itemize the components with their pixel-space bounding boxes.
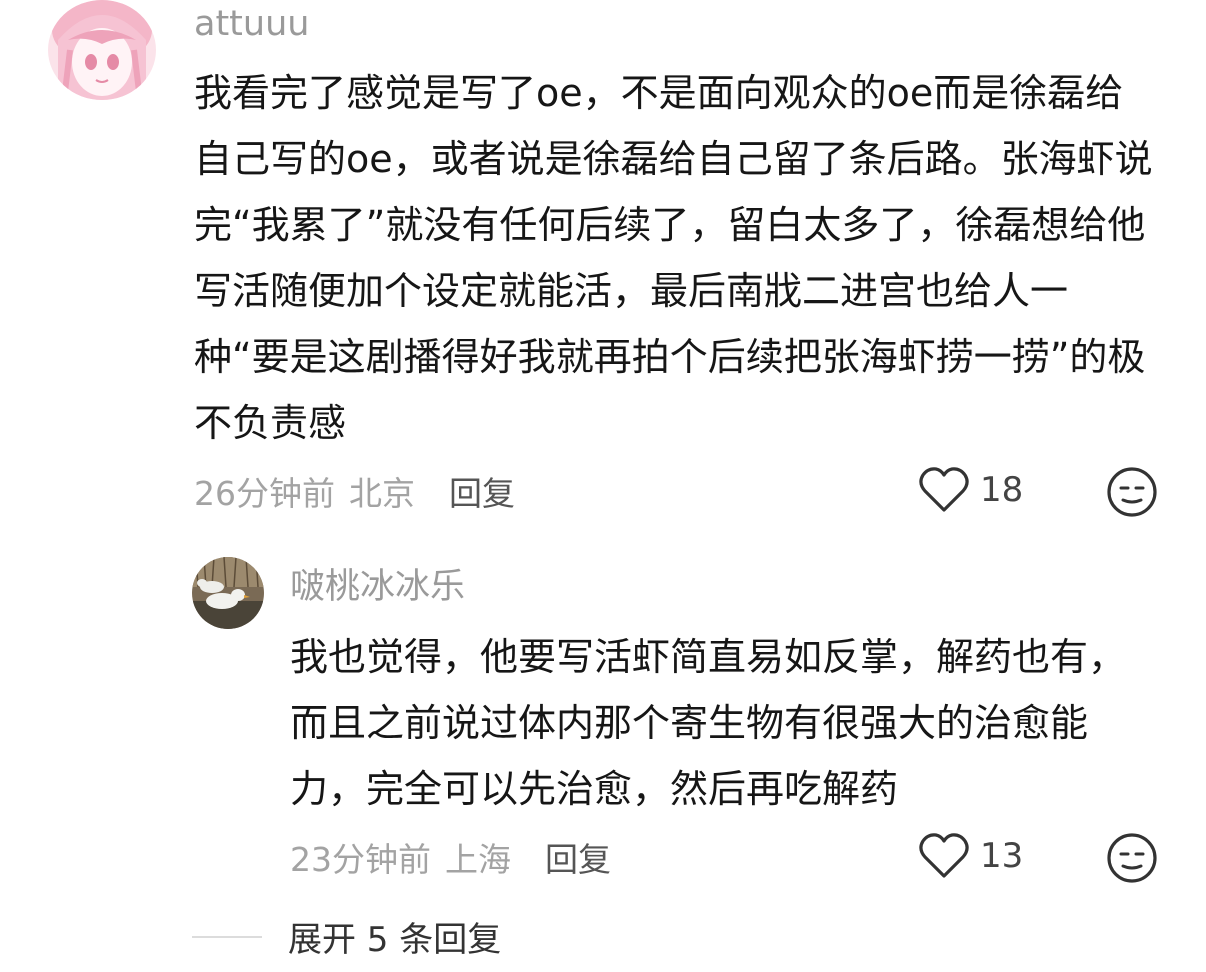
comment-time: 26分钟前	[194, 474, 335, 513]
reply-text: 我也觉得，他要写活虾简直易如反掌，解药也有，而且之前说过体内那个寄生物有很强大的…	[290, 635, 1127, 811]
reply-like-button[interactable]: 13	[918, 832, 1023, 880]
comment-reply-button[interactable]: 回复	[449, 467, 515, 515]
meh-face-icon	[1107, 833, 1157, 883]
expand-replies-button[interactable]: 展开 5 条回复	[288, 912, 501, 961]
reply-location: 上海	[445, 840, 511, 879]
anime-girl-avatar-icon	[48, 0, 156, 100]
comment-like-count: 18	[980, 470, 1024, 510]
expand-divider	[192, 935, 262, 938]
replier-avatar[interactable]	[192, 557, 264, 629]
reply-like-count: 13	[980, 836, 1024, 876]
reply-reply-button[interactable]: 回复	[545, 833, 611, 881]
comment-reaction-button[interactable]	[1106, 466, 1158, 522]
meh-face-icon	[1107, 467, 1157, 517]
comment-meta: 26分钟前 北京 回复	[194, 468, 515, 514]
commenter-avatar[interactable]	[48, 0, 156, 100]
reply-meta: 23分钟前 上海 回复	[290, 834, 611, 880]
commenter-username[interactable]: attuuu	[194, 2, 309, 46]
replier-username[interactable]: 啵桃冰冰乐	[290, 565, 465, 609]
heart-outline-icon	[919, 467, 969, 512]
ducks-avatar-icon	[192, 557, 264, 629]
heart-outline-icon	[919, 833, 969, 878]
comment-like-button[interactable]: 18	[918, 466, 1023, 514]
reply-time: 23分钟前	[290, 840, 431, 879]
reply-reaction-button[interactable]	[1106, 832, 1158, 888]
comment-location: 北京	[349, 474, 415, 513]
comment-text: 我看完了感觉是写了oe，不是面向观众的oe而是徐磊给自己写的oe，或者说是徐磊给…	[194, 71, 1153, 445]
expand-replies-row[interactable]: 展开 5 条回复	[192, 912, 501, 961]
